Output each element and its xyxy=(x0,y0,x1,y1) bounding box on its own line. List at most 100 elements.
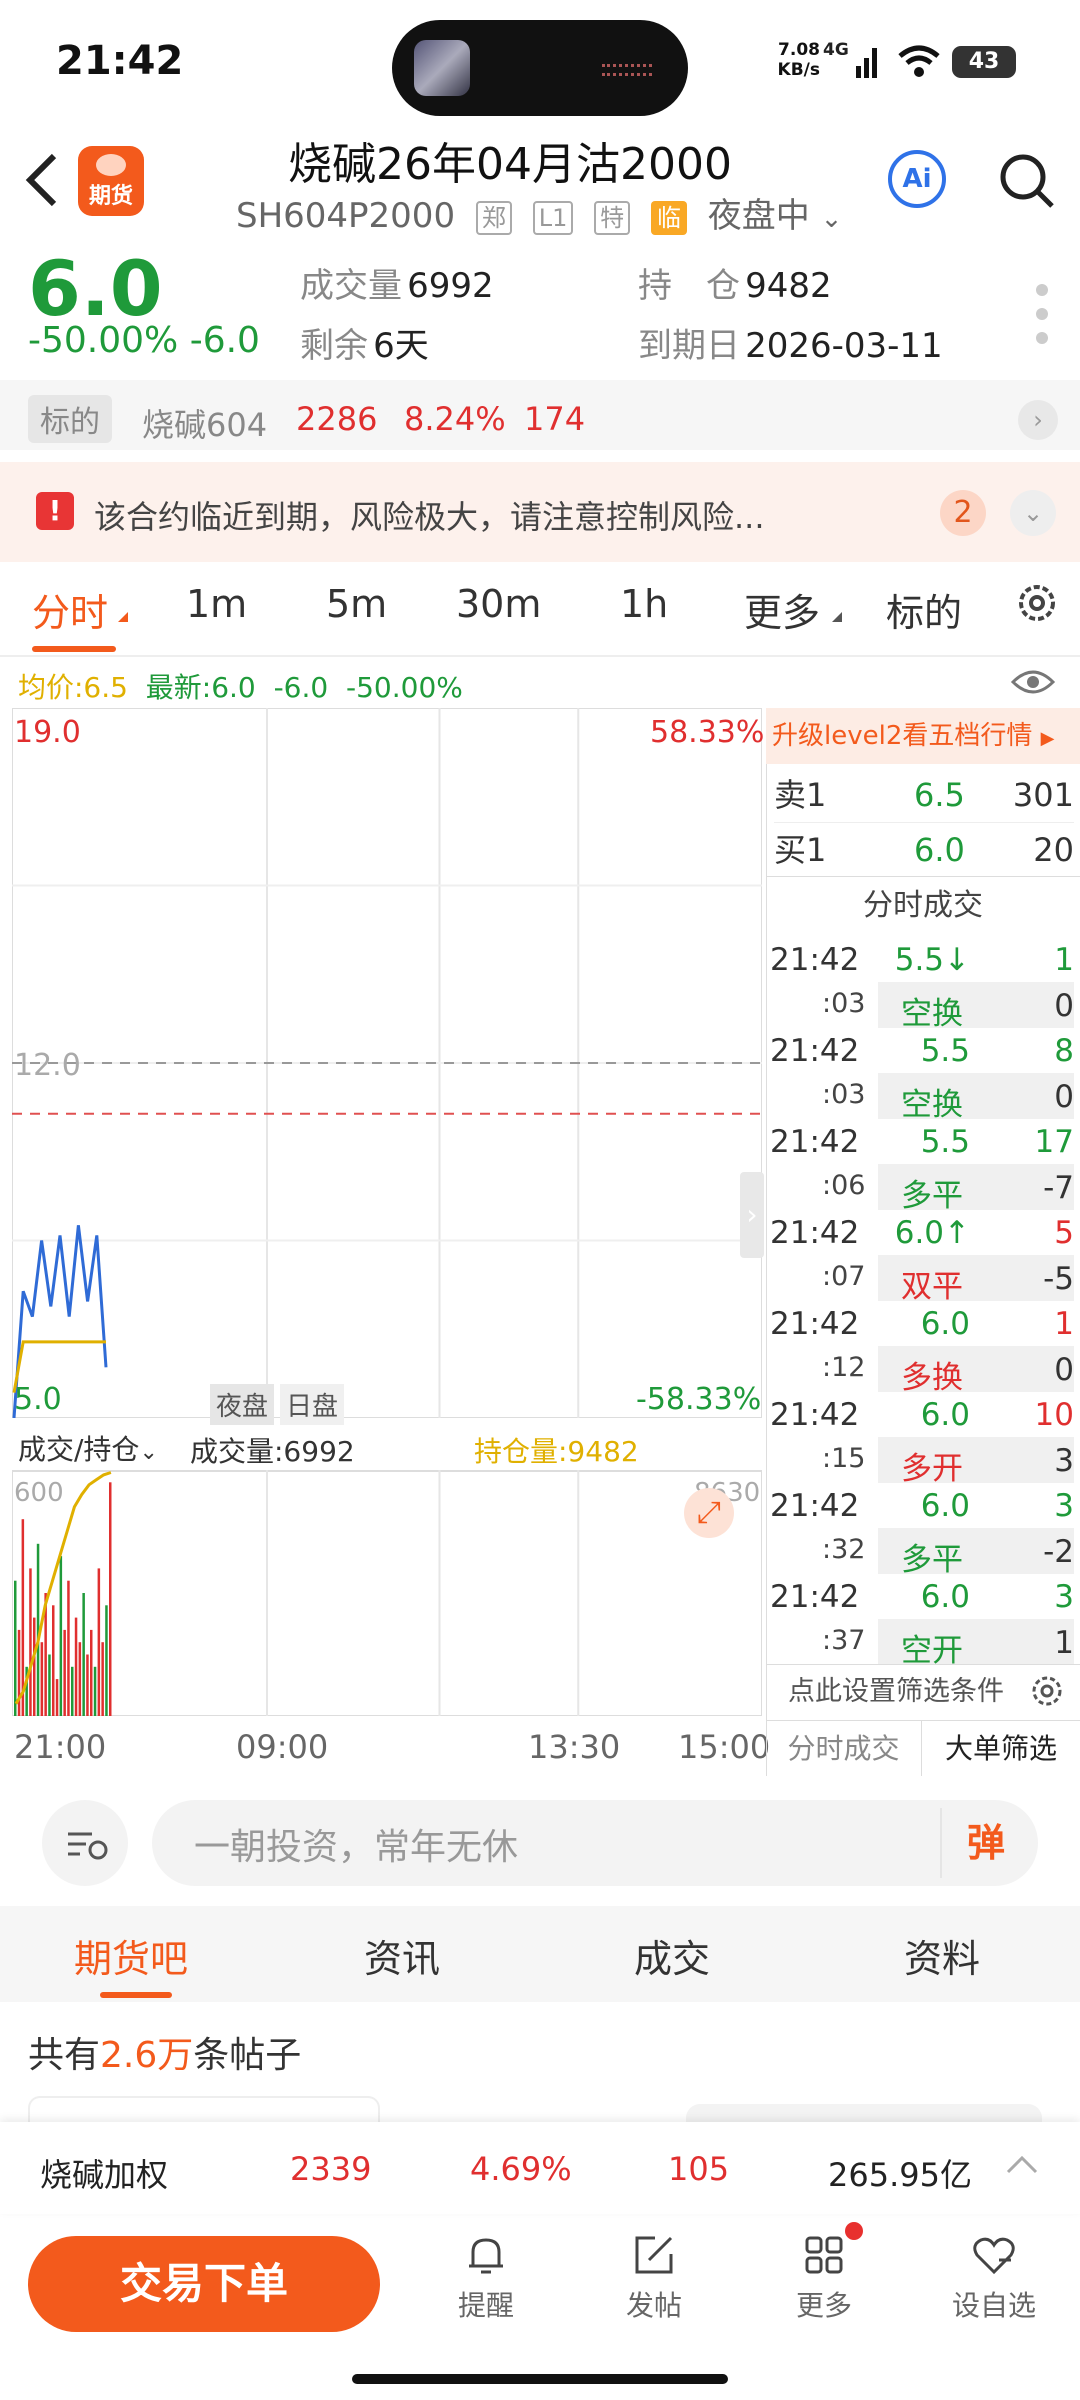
underlying-pct: 8.24% xyxy=(404,400,506,438)
ticks-title: 分时成交 xyxy=(863,888,983,923)
tick-qty: 8 xyxy=(1054,1033,1074,1069)
contract-title: 烧碱26年04月沽2000 xyxy=(288,139,732,190)
chevron-right-icon[interactable]: › xyxy=(1018,400,1058,440)
chart-low: 5.0 xyxy=(14,1382,62,1417)
nav-more[interactable]: 更多 xyxy=(774,2230,874,2324)
legend-last: 最新:6.0 xyxy=(145,671,256,704)
tab-forum[interactable]: 期货吧 xyxy=(74,1928,188,1983)
tick-qty: 1 xyxy=(1054,942,1074,978)
audio-wave-icon xyxy=(602,64,652,76)
tick-second: :03 xyxy=(822,988,866,1019)
more-vertical-icon[interactable] xyxy=(1036,284,1048,344)
ask-row: 卖1 6.5 301 xyxy=(774,768,1074,822)
dynamic-island[interactable] xyxy=(392,20,688,116)
danmu-settings-icon[interactable] xyxy=(42,1800,128,1886)
heart-add-icon xyxy=(973,2237,1015,2275)
tick-detail-row: :32 多平 -2 xyxy=(770,1528,1074,1578)
volume-selector[interactable]: 成交/持仓⌄ xyxy=(18,1428,158,1468)
chevron-up-icon[interactable] xyxy=(1004,2146,1040,2182)
tick-row: 21:42 6.0 1 xyxy=(770,1300,1074,1346)
more-dropdown-icon xyxy=(832,612,842,622)
ai-assistant-button[interactable]: Ai xyxy=(888,150,946,208)
tab-ticks[interactable]: 分时成交 xyxy=(766,1720,922,1776)
nav-alert[interactable]: 提醒 xyxy=(436,2230,536,2324)
volume-amount: 成交量:6992 xyxy=(190,1435,355,1468)
tab-underlying[interactable]: 标的 xyxy=(886,582,962,637)
tab-5m[interactable]: 5m xyxy=(326,582,387,626)
gear-icon[interactable] xyxy=(1028,1672,1066,1710)
tab-news[interactable]: 资讯 xyxy=(364,1928,440,1983)
tab-30m[interactable]: 30m xyxy=(456,582,541,626)
grid-icon xyxy=(805,2236,843,2274)
tick-oi-change: 3 xyxy=(1054,1443,1074,1479)
active-tab-indicator xyxy=(100,1992,172,1998)
remain-value: 6天 xyxy=(373,326,429,366)
ask-price: 6.5 xyxy=(914,776,965,814)
tick-time: 21:42 xyxy=(770,1124,860,1160)
tick-price: 6.0 xyxy=(920,1306,970,1342)
nav-more-label: 更多 xyxy=(795,2289,852,2322)
weighted-change: 105 xyxy=(668,2150,730,2188)
tick-oi-change: -5 xyxy=(1043,1261,1074,1297)
home-indicator[interactable] xyxy=(352,2374,728,2384)
danmu-toggle-button[interactable]: 弹 xyxy=(940,1808,1030,1878)
expand-chevron-icon[interactable]: ⌄ xyxy=(1010,490,1056,536)
expand-icon[interactable]: ⤢ xyxy=(684,1488,734,1538)
volume-selector-label: 成交/持仓 xyxy=(18,1433,140,1466)
night-session-label[interactable]: 夜盘 xyxy=(210,1384,275,1425)
tab-timeshare[interactable]: 分时 xyxy=(32,582,108,637)
volume-bar xyxy=(105,1605,108,1716)
eye-icon[interactable] xyxy=(1010,666,1056,698)
weighted-amount: 265.95亿 xyxy=(828,2156,972,2194)
panel-toggle-handle[interactable]: › xyxy=(740,1172,764,1258)
time-label: 21:00 xyxy=(14,1728,107,1766)
back-arrow-icon[interactable] xyxy=(22,150,62,210)
nav-watchlist[interactable]: 设自选 xyxy=(944,2230,1044,2324)
day-session-label[interactable]: 日盘 xyxy=(280,1384,345,1425)
underlying-name: 烧碱604 xyxy=(142,406,268,444)
remain-label: 剩余 xyxy=(300,326,368,366)
tick-price: 5.5↓ xyxy=(894,942,970,978)
volume-bar xyxy=(48,1654,51,1716)
search-icon[interactable] xyxy=(996,150,1056,210)
futures-logo: 期货 xyxy=(78,146,144,216)
tab-big-orders[interactable]: 大单筛选 xyxy=(922,1720,1080,1776)
trade-order-button[interactable]: 交易下单 xyxy=(28,2236,380,2332)
tab-trades[interactable]: 成交 xyxy=(634,1928,710,1983)
tab-more[interactable]: 更多 xyxy=(744,582,820,637)
tick-detail-row: :15 多开 3 xyxy=(770,1437,1074,1487)
tick-row: 21:42 5.5↓ 1 xyxy=(770,936,1074,982)
remain-row: 剩余 6天 xyxy=(300,318,429,367)
tick-row: 21:42 6.0↑ 5 xyxy=(770,1209,1074,1255)
chart-high: 19.0 xyxy=(14,715,81,750)
volume-chart xyxy=(14,1470,580,1716)
tick-detail-row: :03 空换 0 xyxy=(770,1073,1074,1123)
active-tab-indicator xyxy=(32,646,116,652)
tick-row: 21:42 6.0 3 xyxy=(770,1482,1074,1528)
expiry-value: 2026-03-11 xyxy=(745,326,943,366)
tick-time: 21:42 xyxy=(770,1033,860,1069)
volume-bar xyxy=(78,1642,82,1716)
upgrade-level2-link[interactable]: 升级level2看五档行情 ▶ xyxy=(766,708,1080,764)
tick-price: 6.0 xyxy=(920,1397,970,1433)
tab-profile[interactable]: 资料 xyxy=(904,1928,980,1983)
weighted-name: 烧碱加权 xyxy=(40,2156,169,2194)
tick-time: 21:42 xyxy=(770,1397,860,1433)
tick-row: 21:42 6.0 3 xyxy=(770,1573,1074,1619)
volume-bar xyxy=(90,1629,93,1716)
chart-low-pct: -58.33% xyxy=(636,1382,762,1417)
tick-price: 6.0↑ xyxy=(894,1215,970,1251)
tick-oi-change: 0 xyxy=(1054,1079,1074,1115)
special-tag: 特 xyxy=(594,200,631,235)
tab-1h[interactable]: 1h xyxy=(620,582,668,626)
tab-1m[interactable]: 1m xyxy=(186,582,247,626)
volume-bar xyxy=(63,1629,66,1716)
time-label: 09:00 xyxy=(236,1728,329,1766)
session-status: 夜盘中 xyxy=(707,196,810,236)
volume-bar xyxy=(29,1568,32,1716)
gear-icon[interactable] xyxy=(1014,580,1060,626)
contract-subline[interactable]: SH604P2000 郑 L1 特 临 夜盘中 ⌄ xyxy=(236,188,842,237)
tick-oi-change: 0 xyxy=(1054,1352,1074,1388)
nav-post[interactable]: 发帖 xyxy=(604,2230,704,2324)
tick-second: :03 xyxy=(822,1079,866,1110)
